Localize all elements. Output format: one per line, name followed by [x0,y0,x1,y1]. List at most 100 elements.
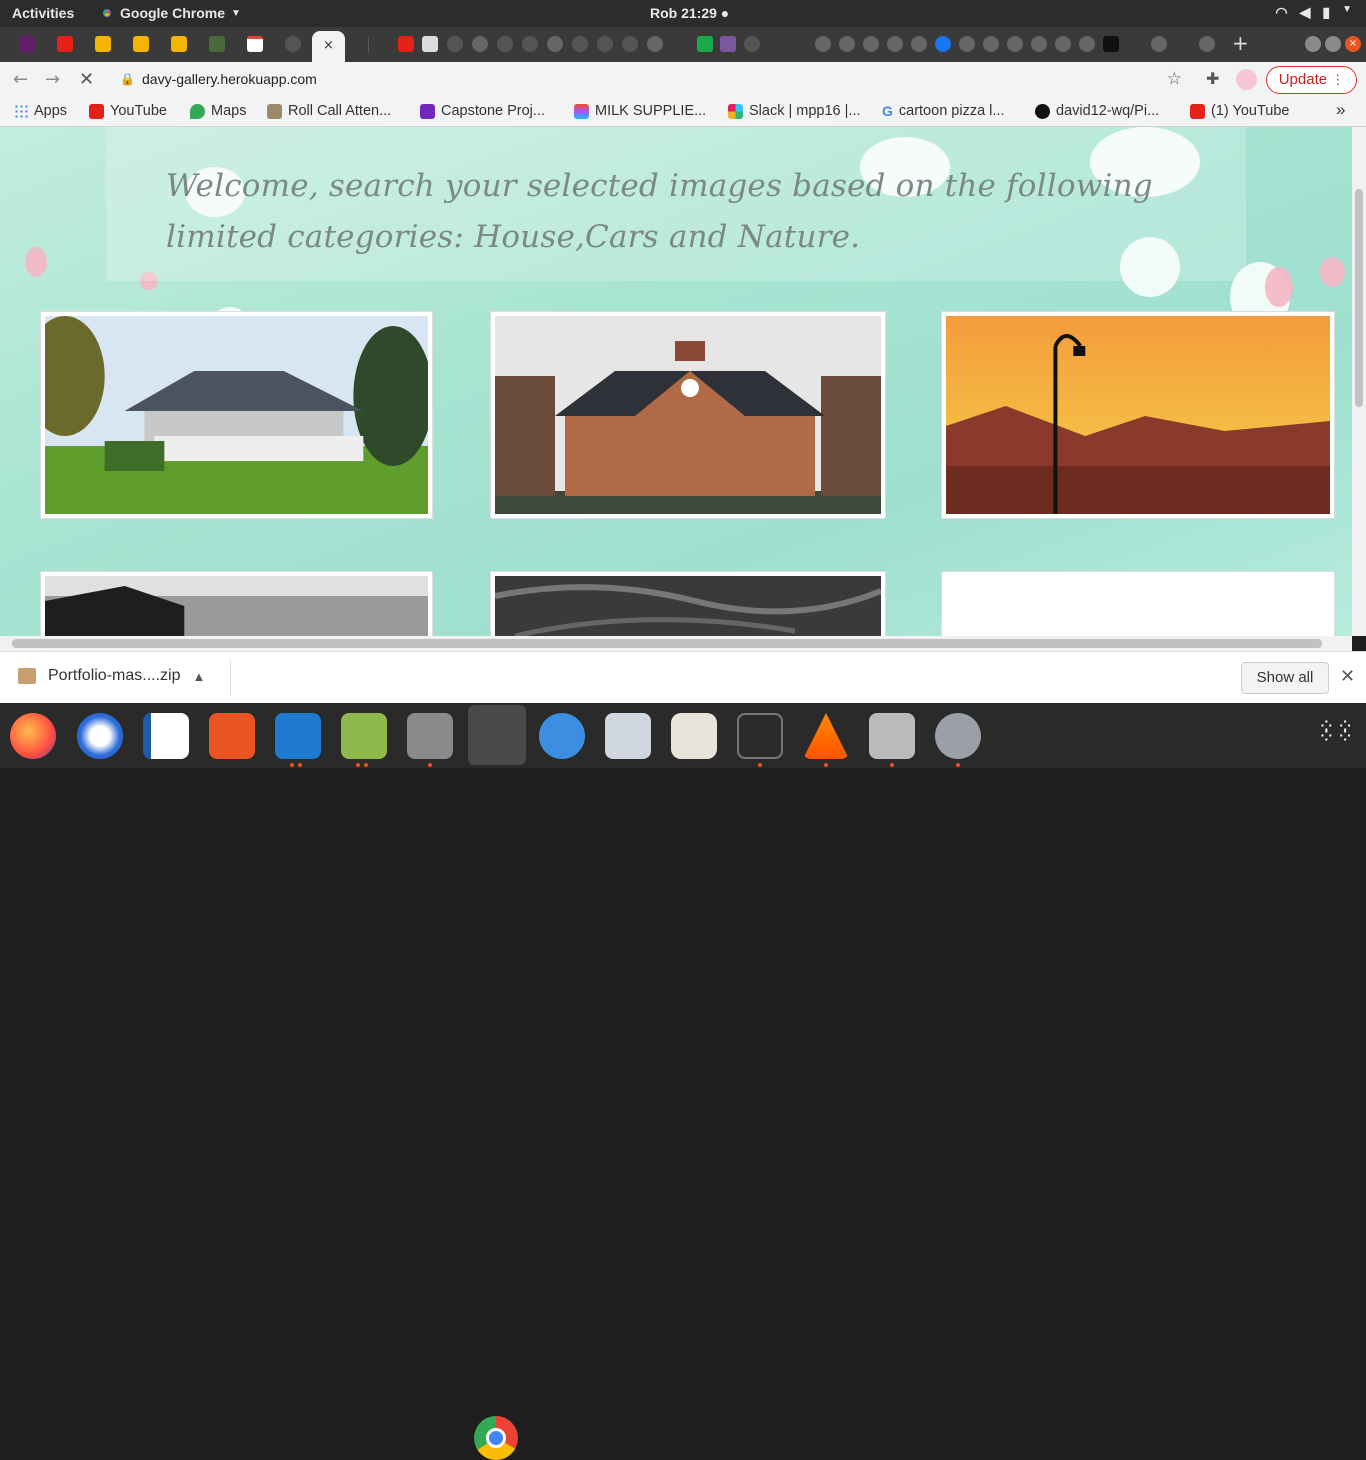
github-tab-icon[interactable] [447,36,463,52]
update-button[interactable]: Update ⋮ [1266,66,1357,94]
github-tab-icon[interactable] [522,36,538,52]
vlc-icon[interactable] [803,713,849,759]
horizontal-scrollbar[interactable] [0,636,1352,651]
rhythmbox-icon[interactable] [671,713,717,759]
forward-icon[interactable]: → [45,69,60,90]
close-icon[interactable]: × [323,38,334,53]
clock[interactable]: Rob 21:29 ● [650,5,729,21]
app-menu[interactable]: Google Chrome ▼ [100,5,241,21]
close-window-icon[interactable]: × [1345,36,1361,52]
globe-tab-icon[interactable] [1031,36,1047,52]
globe-tab-icon[interactable] [959,36,975,52]
facebook-tab-icon[interactable] [935,36,951,52]
scrollbar-thumb[interactable] [12,639,1322,648]
minimize-icon[interactable] [1305,36,1321,52]
vscode-icon[interactable] [275,713,321,759]
bookmark-youtube-2[interactable]: (1) YouTube [1190,103,1289,119]
slides-tab-icon[interactable] [171,36,187,52]
bookmark-milk-supplies[interactable]: MILK SUPPLIE... [574,103,706,119]
app-name: Google Chrome [120,5,226,21]
globe-tab-icon[interactable] [911,36,927,52]
globe-tab-icon[interactable] [839,36,855,52]
software-center-icon[interactable] [209,713,255,759]
show-applications-icon[interactable]: ⁘⁘ ⁘⁘ [1318,716,1356,746]
gallery-card-brick-house[interactable] [490,311,886,519]
writer-icon[interactable] [143,713,189,759]
globe-tab-icon[interactable] [983,36,999,52]
globe-tab-icon[interactable] [1199,36,1215,52]
url-text[interactable]: davy-gallery.herokuapp.com [142,71,317,87]
bookmark-star-icon[interactable]: ☆ [1167,69,1182,89]
system-tray[interactable]: ◠ ◀ ▮ ▼ [1275,4,1352,21]
settings-icon[interactable] [935,713,981,759]
globe-tab-icon[interactable] [1079,36,1095,52]
angular-tab-icon[interactable] [1103,36,1119,52]
github-tab-icon[interactable] [497,36,513,52]
close-icon[interactable]: ✕ [1340,666,1355,687]
globe-tab-icon[interactable] [647,36,663,52]
globe-tab-icon[interactable] [1007,36,1023,52]
files-icon[interactable] [407,713,453,759]
lock-icon[interactable]: 🔒 [120,72,135,86]
github-tab-icon[interactable] [285,36,301,52]
gallery-card-rooftops[interactable] [941,311,1335,519]
new-tab-button[interactable]: + [1232,31,1249,55]
vertical-scrollbar[interactable] [1352,127,1366,636]
maximize-icon[interactable] [1325,36,1341,52]
gallery-card-sea[interactable] [40,571,433,636]
doc-tab-icon[interactable] [422,36,438,52]
active-tab[interactable]: × [312,31,345,62]
bookmark-roll-call[interactable]: Roll Call Atten... [267,103,391,119]
bookmark-slack[interactable]: Slack | mpp16 |... [728,103,861,119]
github-tab-icon[interactable] [572,36,588,52]
scrollbar-thumb[interactable] [1355,189,1363,407]
back-icon[interactable]: ← [13,69,28,90]
firefox-icon[interactable] [10,713,56,759]
bookmark-maps[interactable]: Maps [190,103,246,119]
chrome-logo-center [486,1428,506,1448]
slack-tab-icon[interactable] [19,36,35,52]
github-tab-icon[interactable] [744,36,760,52]
screenshot-icon[interactable] [605,713,651,759]
youtube-tab-icon[interactable] [398,36,414,52]
gmail-tab-icon[interactable] [247,36,263,52]
globe-tab-icon[interactable] [1151,36,1167,52]
stop-loading-icon[interactable]: ✕ [79,69,94,90]
leaf-tab-icon[interactable] [209,36,225,52]
globe-tab-icon[interactable] [887,36,903,52]
slides-tab-icon[interactable] [95,36,111,52]
bookmark-youtube[interactable]: YouTube [89,103,167,119]
heroku-tab-icon[interactable] [720,36,736,52]
help-icon[interactable] [539,713,585,759]
address-bar[interactable]: 🔒 davy-gallery.herokuapp.com ☆ [108,66,1192,94]
chevron-up-icon[interactable]: ▲ [192,669,205,684]
gallery-card-empty[interactable] [941,571,1335,636]
chrome-dock-icon[interactable] [468,705,526,765]
bookmark-apps[interactable]: Apps [14,103,67,119]
download-item[interactable]: Portfolio-mas....zip ▲ [18,667,205,685]
github-tab-icon[interactable] [622,36,638,52]
extensions-icon[interactable]: ✚ [1206,69,1219,88]
github-tab-icon[interactable] [597,36,613,52]
disk-utility-icon[interactable] [869,713,915,759]
bookmark-capstone[interactable]: Capstone Proj... [420,103,545,119]
globe-tab-icon[interactable] [863,36,879,52]
bookmarks-overflow[interactable]: » [1336,100,1345,120]
gallery-card-house[interactable] [25,311,433,519]
globe-tab-icon[interactable] [815,36,831,52]
bookmark-github[interactable]: david12-wq/Pi... [1035,103,1159,119]
show-all-button[interactable]: Show all [1241,662,1329,694]
globe-tab-icon[interactable] [547,36,563,52]
image-viewer-icon[interactable] [341,713,387,759]
globe-tab-icon[interactable] [1055,36,1071,52]
slides-tab-icon[interactable] [133,36,149,52]
activities-button[interactable]: Activities [12,5,74,21]
bookmark-cartoon-pizza[interactable]: Gcartoon pizza l... [882,103,1004,119]
terminal-icon[interactable] [737,713,783,759]
profile-avatar[interactable] [1236,69,1257,90]
hackerrank-tab-icon[interactable] [697,36,713,52]
globe-tab-icon[interactable] [472,36,488,52]
gallery-card-tree[interactable] [490,571,886,636]
youtube-tab-icon[interactable] [57,36,73,52]
thunderbird-icon[interactable] [77,713,123,759]
